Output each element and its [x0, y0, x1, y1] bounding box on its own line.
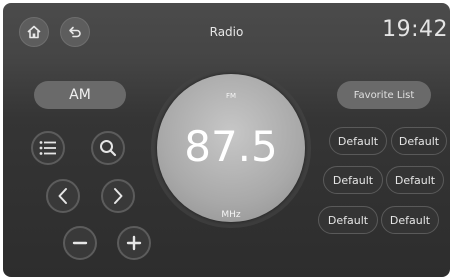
seek-back-button[interactable] — [46, 179, 80, 213]
preset-button-1[interactable]: Default — [329, 127, 387, 155]
radio-screen: Radio 19:42 AM Favorite List FM 87.5 MHz — [3, 3, 450, 277]
tune-down-button[interactable] — [63, 226, 97, 260]
seek-forward-button[interactable] — [101, 179, 135, 213]
frequency-unit: MHz — [221, 210, 241, 220]
list-icon — [39, 141, 56, 155]
frequency-display: 87.5 — [184, 122, 278, 171]
station-list-button[interactable] — [31, 131, 65, 165]
preset-button-2[interactable]: Default — [391, 127, 447, 155]
chevron-right-icon — [114, 188, 123, 204]
top-bar: Radio 19:42 — [3, 3, 450, 59]
preset-button-3[interactable]: Default — [323, 166, 383, 194]
minus-icon — [72, 241, 88, 245]
plus-icon — [126, 235, 142, 251]
tuner-dial[interactable]: FM 87.5 MHz — [157, 74, 305, 222]
band-toggle-button[interactable]: AM — [34, 81, 126, 109]
preset-button-5[interactable]: Default — [318, 206, 378, 234]
preset-button-4[interactable]: Default — [386, 166, 444, 194]
clock: 19:42 — [382, 17, 448, 42]
search-icon — [100, 140, 117, 157]
tune-up-button[interactable] — [117, 226, 151, 260]
search-button[interactable] — [91, 131, 125, 165]
chevron-left-icon — [58, 188, 67, 204]
band-label: FM — [225, 92, 237, 100]
preset-button-6[interactable]: Default — [381, 206, 439, 234]
favorite-list-button[interactable]: Favorite List — [337, 81, 431, 109]
